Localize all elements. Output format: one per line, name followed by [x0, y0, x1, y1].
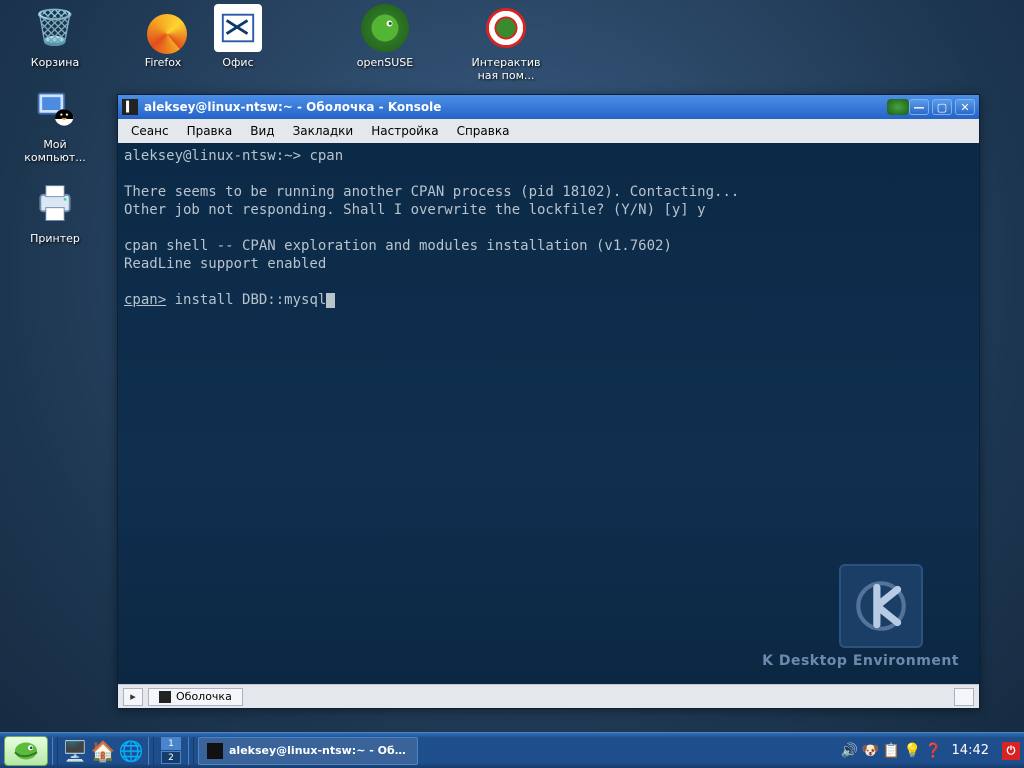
desktop-printer[interactable]: Принтер — [10, 180, 100, 245]
desktop-pager: 1 2 — [161, 737, 181, 764]
task-icon — [207, 743, 223, 759]
menu-view[interactable]: Вид — [243, 121, 281, 141]
suse-badge-icon — [887, 99, 909, 115]
tab-actions-button[interactable] — [954, 688, 974, 706]
desktop-office-label: Офис — [193, 56, 283, 69]
desktop-help[interactable]: Интерактив ная пом... — [461, 4, 551, 82]
kmenu-button[interactable] — [4, 736, 48, 766]
printer-icon — [31, 180, 79, 228]
tray-klipper-icon[interactable]: 📋 — [883, 742, 901, 760]
home-button[interactable]: 🏠 — [90, 738, 116, 764]
desktop-opensuse[interactable]: openSUSE — [340, 4, 430, 69]
desktop-trash-label: Корзина — [10, 56, 100, 69]
window-titlebar[interactable]: ▍ aleksey@linux-ntsw:~ - Оболочка - Kons… — [118, 95, 979, 119]
menu-edit[interactable]: Правка — [180, 121, 240, 141]
desktop-mycomputer-label: Мой компьют... — [10, 138, 100, 164]
panel-separator — [188, 737, 194, 765]
office-icon — [214, 4, 262, 52]
terminal-line — [124, 273, 973, 291]
browser-button[interactable]: 🌐 — [118, 738, 144, 764]
system-tray: 🔊 🐶 📋 💡 ❓ 14:42 ⏻ — [841, 742, 1020, 760]
opensuse-icon — [361, 4, 409, 52]
terminal-cursor — [326, 293, 335, 308]
panel-separator — [148, 737, 154, 765]
tray-volume-icon[interactable]: 🔊 — [841, 742, 859, 760]
terminal-line: cpan> install DBD::mysql — [124, 291, 973, 309]
terminal-line — [124, 165, 973, 183]
desktop-help-label: Интерактив ная пом... — [461, 56, 551, 82]
panel-clock[interactable]: 14:42 — [946, 743, 995, 758]
desktop-printer-label: Принтер — [10, 232, 100, 245]
minimize-button[interactable]: — — [909, 99, 929, 115]
terminal-line — [124, 219, 973, 237]
menu-bookmarks[interactable]: Закладки — [286, 121, 361, 141]
desktop-opensuse-label: openSUSE — [340, 56, 430, 69]
terminal-line: Other job not responding. Shall I overwr… — [124, 201, 973, 219]
window-title: aleksey@linux-ntsw:~ - Оболочка - Konsol… — [144, 100, 881, 114]
close-button[interactable]: ✕ — [955, 99, 975, 115]
taskbar-panel: 🖥️ 🏠 🌐 1 2 aleksey@linux-ntsw:~ - Оболо … — [0, 732, 1024, 768]
taskbar-entry-konsole[interactable]: aleksey@linux-ntsw:~ - Оболо — [198, 737, 418, 765]
terminal-line: ReadLine support enabled — [124, 255, 973, 273]
new-tab-button[interactable]: ▸ — [123, 688, 143, 706]
konsole-window: ▍ aleksey@linux-ntsw:~ - Оболочка - Kons… — [117, 94, 980, 709]
terminal-line: There seems to be running another CPAN p… — [124, 183, 973, 201]
tray-beagle-icon[interactable]: 🐶 — [862, 742, 880, 760]
computer-icon — [31, 86, 79, 134]
kde-logo-icon — [839, 564, 923, 648]
tray-help-icon[interactable]: ❓ — [925, 742, 943, 760]
maximize-button[interactable]: ▢ — [932, 99, 952, 115]
menu-settings[interactable]: Настройка — [364, 121, 445, 141]
help-icon — [482, 4, 530, 52]
konsole-icon: ▍ — [122, 99, 138, 115]
tab-icon — [159, 691, 171, 703]
logout-button[interactable]: ⏻ — [1002, 742, 1020, 760]
terminal-area[interactable]: aleksey@linux-ntsw:~> cpan There seems t… — [118, 143, 979, 684]
tab-label: Оболочка — [176, 690, 232, 703]
firefox-icon — [139, 4, 187, 52]
terminal-line: cpan shell -- CPAN exploration and modul… — [124, 237, 973, 255]
terminal-tab[interactable]: Оболочка — [148, 688, 243, 706]
menu-session[interactable]: Сеанс — [124, 121, 176, 141]
pager-desktop-2[interactable]: 2 — [161, 751, 181, 764]
window-tabbar: ▸ Оболочка — [118, 684, 979, 708]
tray-power-icon[interactable]: 💡 — [904, 742, 922, 760]
task-title: aleksey@linux-ntsw:~ - Оболо — [229, 744, 409, 757]
panel-separator — [52, 737, 58, 765]
desktop-mycomputer[interactable]: Мой компьют... — [10, 86, 100, 164]
pager-desktop-1[interactable]: 1 — [161, 737, 181, 750]
kde-caption: K Desktop Environment — [762, 652, 959, 670]
show-desktop-button[interactable]: 🖥️ — [62, 738, 88, 764]
menu-help[interactable]: Справка — [450, 121, 517, 141]
window-menubar: Сеанс Правка Вид Закладки Настройка Спра… — [118, 119, 979, 143]
trash-icon: 🗑️ — [31, 4, 79, 52]
desktop-trash[interactable]: 🗑️ Корзина — [10, 4, 100, 69]
terminal-line: aleksey@linux-ntsw:~> cpan — [124, 147, 973, 165]
desktop-office[interactable]: Офис — [193, 4, 283, 69]
